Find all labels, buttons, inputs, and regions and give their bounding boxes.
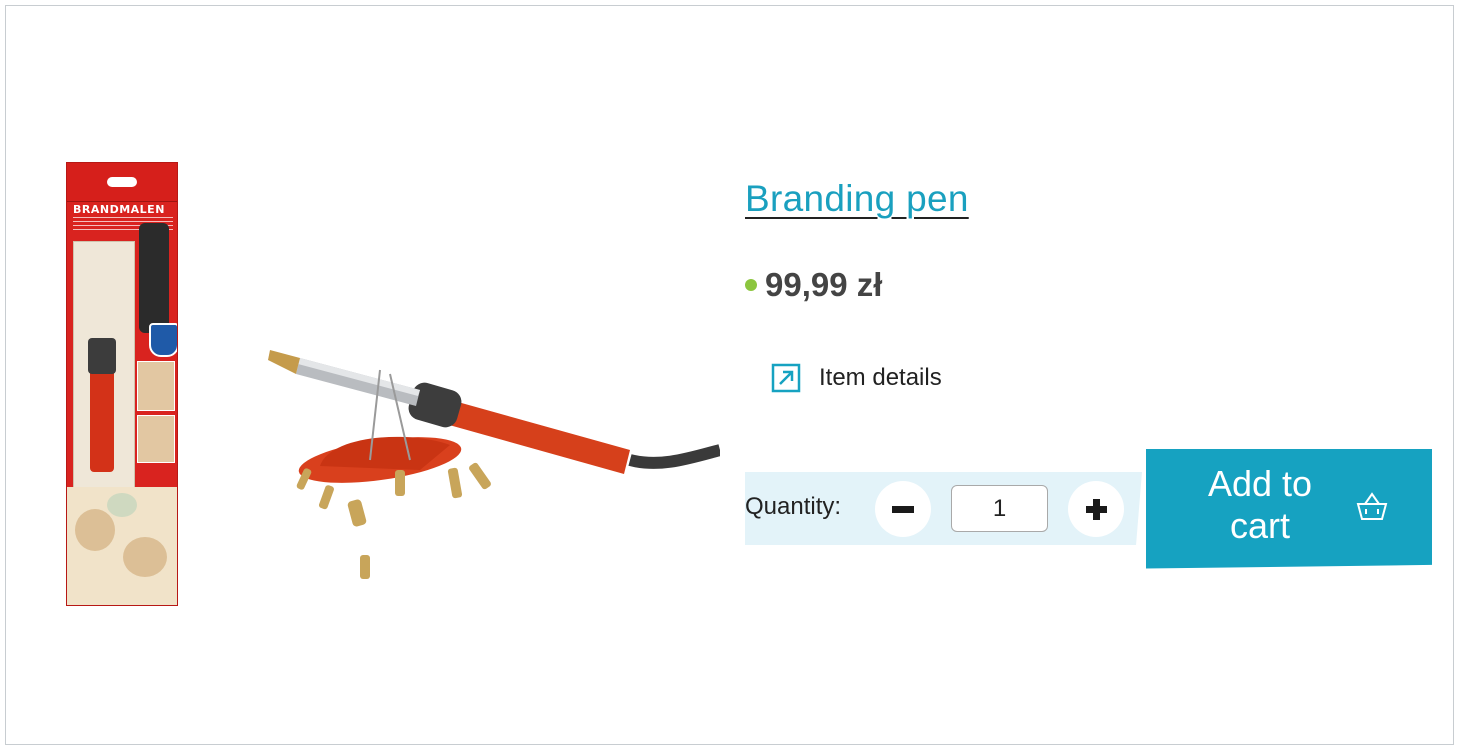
product-price: 99,99 zł [765,266,883,303]
item-details-link[interactable]: Item details [771,363,942,393]
quantity-increase-button[interactable] [1068,481,1124,537]
package-image: BRANDMALEN [66,162,178,606]
branding-pen-image [268,350,720,579]
add-to-cart-label[interactable]: Add to cart [1190,463,1330,547]
product-title-link[interactable]: Branding pen [745,178,969,220]
item-details-label: Item details [819,364,942,391]
package-title: BRANDMALEN [73,203,165,216]
quantity-decrease-button[interactable] [875,481,931,537]
price-row: 99,99 zł [745,266,882,304]
basket-icon[interactable] [1354,488,1390,524]
availability-dot-icon [745,279,757,291]
minus-icon [892,506,914,513]
product-image[interactable]: BRANDMALEN [50,160,720,610]
quantity-input[interactable] [951,485,1048,532]
quantity-label: Quantity: [745,493,842,520]
external-link-arrow-icon [771,363,801,393]
